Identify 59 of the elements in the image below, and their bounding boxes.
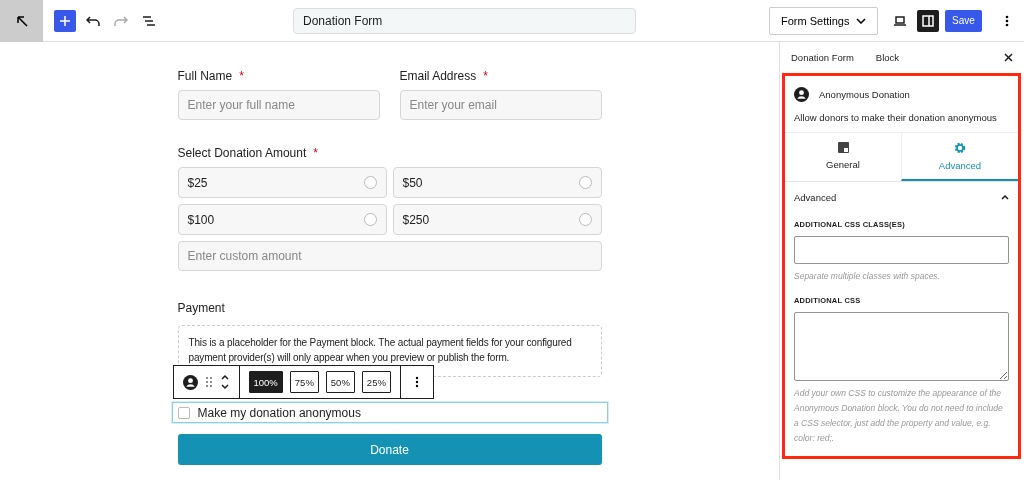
sidebar-toggle-button[interactable] bbox=[917, 9, 939, 32]
add-button[interactable] bbox=[54, 9, 76, 32]
required-mark: * bbox=[313, 146, 318, 160]
css-class-field[interactable] bbox=[794, 236, 1009, 264]
field-label: Select Donation Amount bbox=[177, 146, 307, 160]
amount-option[interactable]: $50 bbox=[392, 167, 602, 198]
text-input-field[interactable]: Enter your email bbox=[399, 90, 602, 120]
field-hint: Add your own CSS to customize the appearance of the Anonymous Donation block. You do not need to include a CSS selector, just add the property and value, e.g. color: red;. bbox=[794, 387, 1004, 445]
redo-icon bbox=[114, 14, 128, 27]
drag-handle-icon[interactable] bbox=[204, 376, 213, 388]
width-option-button[interactable]: 25% bbox=[361, 371, 391, 393]
undo-icon bbox=[86, 14, 100, 27]
close-icon[interactable] bbox=[1004, 53, 1013, 62]
text-input-field[interactable]: Enter your full name bbox=[177, 90, 380, 120]
checkbox[interactable] bbox=[177, 406, 190, 419]
sidebar-tab[interactable]: Block bbox=[875, 52, 900, 63]
layout-icon bbox=[837, 142, 849, 153]
checkbox-label: Make my donation anonymous bbox=[197, 405, 361, 420]
block-title: Anonymous Donation bbox=[819, 89, 910, 100]
amount-option[interactable]: $25 bbox=[177, 167, 387, 198]
save-button[interactable]: Save bbox=[945, 9, 982, 32]
field-label: Email Address bbox=[399, 69, 477, 83]
panel-tab[interactable]: Advanced bbox=[901, 133, 1018, 181]
sidebar-icon bbox=[922, 14, 934, 27]
arrow-icon bbox=[14, 13, 29, 28]
laptop-icon bbox=[893, 15, 907, 26]
width-option-button[interactable]: 100% bbox=[248, 371, 283, 393]
radio-button[interactable] bbox=[578, 176, 592, 189]
more-vertical-icon[interactable] bbox=[414, 376, 419, 388]
radio-button[interactable] bbox=[578, 213, 592, 226]
back-button[interactable] bbox=[0, 0, 43, 42]
move-up-down-icon[interactable] bbox=[219, 373, 230, 391]
field-label: Payment bbox=[177, 301, 225, 315]
anonymous-checkbox-row[interactable]: Make my donation anonymous bbox=[171, 402, 608, 423]
user-circle-icon bbox=[182, 374, 198, 390]
radio-button[interactable] bbox=[363, 176, 377, 189]
donate-button[interactable]: Donate bbox=[177, 434, 602, 465]
plus-icon bbox=[59, 14, 71, 27]
document-title-field[interactable]: Donation Form bbox=[293, 7, 636, 34]
width-option-button[interactable]: 75% bbox=[289, 371, 319, 393]
custom-amount-field[interactable]: Enter custom amount bbox=[177, 241, 602, 271]
required-mark: * bbox=[239, 69, 244, 83]
list-icon bbox=[142, 14, 156, 27]
sidebar-tab[interactable]: Donation Form bbox=[791, 52, 854, 63]
more-vertical-icon bbox=[1005, 14, 1009, 27]
radio-button[interactable] bbox=[363, 213, 377, 226]
gear-icon bbox=[954, 141, 966, 154]
field-label: Full Name bbox=[177, 69, 233, 83]
width-option-button[interactable]: 50% bbox=[325, 371, 355, 393]
section-toggle[interactable]: Advanced bbox=[794, 192, 1009, 203]
user-circle-icon bbox=[794, 87, 809, 102]
amount-option[interactable]: $100 bbox=[177, 204, 387, 235]
block-description: Allow donors to make their donation anonymous bbox=[794, 112, 998, 123]
chevron-down-icon bbox=[856, 17, 866, 24]
css-textarea[interactable] bbox=[794, 312, 1009, 381]
form-settings-button[interactable]: Form Settings bbox=[769, 6, 878, 35]
amount-option[interactable]: $250 bbox=[392, 204, 602, 235]
required-mark: * bbox=[483, 69, 488, 83]
field-hint: Separate multiple classes with spaces. bbox=[794, 270, 941, 283]
